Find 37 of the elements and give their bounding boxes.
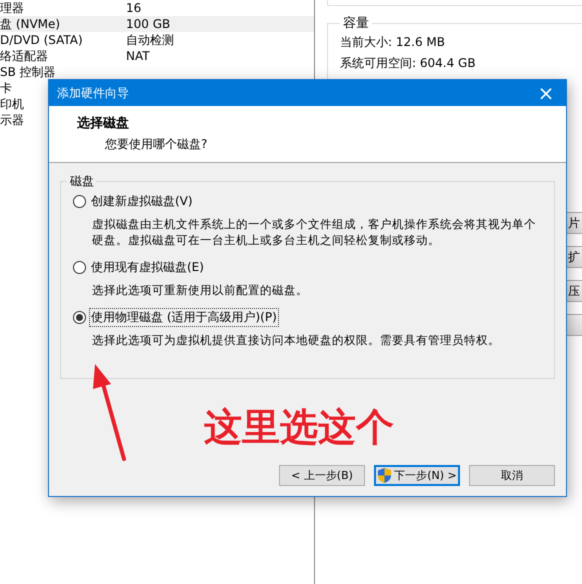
page-heading: 选择磁盘: [77, 115, 130, 132]
device-name: 盘 (NVMe): [0, 17, 60, 31]
device-name: 络适配器: [0, 49, 48, 63]
wizard-button[interactable]: 下一步(N) >: [374, 465, 460, 486]
shield-icon: [377, 467, 392, 484]
device-name: D/DVD (SATA): [0, 33, 83, 47]
hardware-row[interactable]: D/DVD (SATA) 自动检测: [0, 32, 314, 48]
radio-button[interactable]: [73, 195, 86, 208]
option-label[interactable]: 使用现有虚拟磁盘(E): [89, 258, 206, 277]
option-description: 选择此选项可为虚拟机提供直接访问本地硬盘的权限。需要具有管理员特权。: [92, 332, 501, 348]
device-name: SB 控制器: [0, 65, 56, 79]
hardware-row[interactable]: 理器 16: [0, 0, 314, 16]
hardware-row[interactable]: 盘 (NVMe) 100 GB: [0, 16, 314, 32]
hardware-row[interactable]: SB 控制器: [0, 64, 314, 80]
annotation-text: 这里选这个: [204, 404, 394, 450]
device-name: 理器: [0, 1, 24, 15]
wizard-button[interactable]: < 上一步(B): [279, 465, 365, 486]
option-description: 虚拟磁盘由主机文件系统上的一个或多个文件组成，客户机操作系统会将其视为单个硬盘。虚拟磁盘可在一台主机上或多台主机之间轻松复制或移动。: [92, 216, 537, 248]
device-summary: NAT: [126, 49, 151, 63]
page-subheading: 您要使用哪个磁盘?: [105, 136, 208, 153]
hardware-row[interactable]: 络适配器 NAT: [0, 48, 314, 64]
group-title: 磁盘: [69, 173, 95, 190]
device-summary: 自动检测: [126, 33, 175, 47]
capacity-text: 系统可用空间: 604.4 GB: [340, 55, 477, 72]
device-name: 印机: [0, 97, 24, 111]
option-description: 选择此选项可重新使用以前配置的磁盘。: [92, 282, 309, 298]
close-button[interactable]: ×: [526, 80, 566, 106]
window-title: 添加硬件向导: [56, 84, 129, 102]
option-label[interactable]: 创建新虚拟磁盘(V): [89, 192, 195, 211]
device-summary: 100 GB: [126, 17, 172, 31]
radio-button[interactable]: [73, 261, 86, 274]
radio-button[interactable]: [73, 311, 86, 324]
capacity-text: 当前大小: 12.6 MB: [340, 34, 446, 51]
device-summary: 16: [126, 1, 142, 15]
group-title: 容量: [342, 15, 370, 32]
option-label[interactable]: 使用物理磁盘 (适用于高级用户)(P): [89, 308, 279, 327]
wizard-button[interactable]: 取消: [469, 465, 555, 486]
